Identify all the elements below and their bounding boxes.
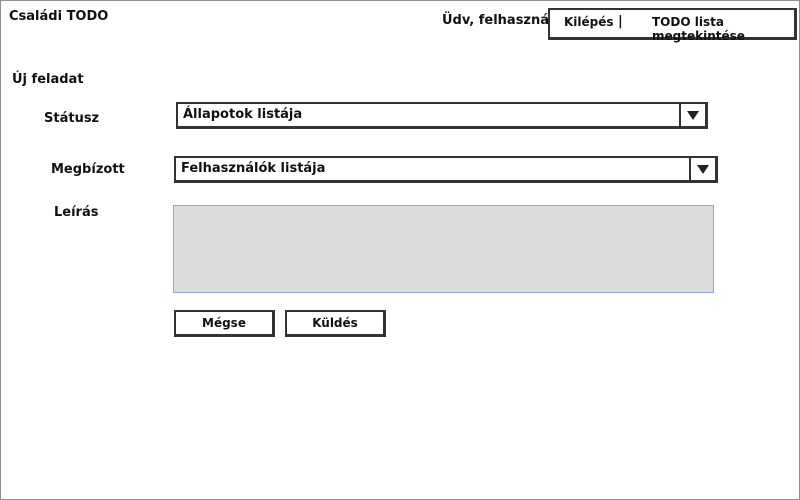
status-label: Státusz xyxy=(44,111,100,126)
assignee-select[interactable]: Felhasználók listája xyxy=(174,156,718,183)
chevron-down-icon[interactable] xyxy=(689,158,715,180)
logout-link[interactable]: Kilépés xyxy=(564,15,614,29)
app-window: Családi TODO Üdv, felhasználó! Kilépés |… xyxy=(0,0,800,500)
status-select-value: Állapotok listája xyxy=(183,107,303,122)
chevron-down-icon[interactable] xyxy=(679,104,705,126)
description-textarea[interactable] xyxy=(173,205,714,293)
form-title: Új feladat xyxy=(12,72,84,87)
top-nav: Kilépés | TODO lista megtekintése xyxy=(548,8,797,43)
submit-button[interactable]: Küldés xyxy=(285,310,386,337)
view-todo-list-link[interactable]: TODO lista megtekintése xyxy=(652,15,794,43)
app-title: Családi TODO xyxy=(9,9,109,24)
description-label: Leírás xyxy=(54,205,99,220)
cancel-button[interactable]: Mégse xyxy=(174,310,275,337)
nav-separator: | xyxy=(618,14,623,29)
assignee-label: Megbízott xyxy=(51,162,125,177)
assignee-select-value: Felhasználók listája xyxy=(181,161,326,176)
status-select[interactable]: Állapotok listája xyxy=(176,102,708,129)
